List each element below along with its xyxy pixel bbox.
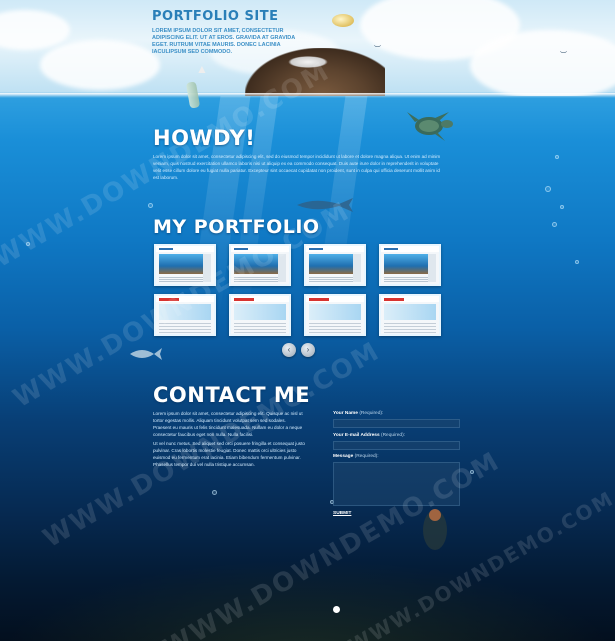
message-label: Message (Required): (333, 454, 379, 459)
bubble (552, 222, 557, 227)
name-label-text: Your Name (333, 411, 358, 416)
bird-icon: ︶ (374, 46, 381, 53)
site-logo[interactable]: PORTFOLIO SITE (152, 9, 278, 24)
bird-icon: ︶ (560, 52, 567, 59)
bubble (148, 203, 153, 208)
email-label: Your E-mail Address (Required): (333, 433, 405, 438)
name-label: Your Name (Required): (333, 411, 383, 416)
next-arrow-icon[interactable]: › (301, 343, 315, 357)
bubble (560, 205, 564, 209)
blimp-icon (332, 14, 354, 27)
scroll-indicator-dot[interactable] (333, 606, 340, 613)
portfolio-thumbnail[interactable] (304, 244, 366, 286)
required-note: (Required): (359, 411, 384, 416)
portfolio-thumbnail[interactable] (304, 294, 366, 336)
seagull-icon: ▲ (196, 62, 208, 76)
sea-turtle-icon (407, 112, 453, 141)
cloud (0, 10, 70, 50)
required-note: (Required): (354, 454, 379, 459)
portfolio-thumbnail[interactable] (379, 294, 441, 336)
cloud (470, 30, 615, 96)
email-field[interactable] (333, 441, 460, 450)
required-note: (Required): (381, 433, 405, 438)
bubble (545, 186, 551, 192)
portfolio-thumbnail[interactable] (229, 294, 291, 336)
name-field[interactable] (333, 419, 460, 428)
prev-arrow-icon[interactable]: ‹ (282, 343, 296, 357)
bubble (212, 490, 217, 495)
cloud (40, 40, 160, 90)
portfolio-thumbnail[interactable] (379, 244, 441, 286)
bubble (575, 260, 579, 264)
site-tagline: LOREM IPSUM DOLOR SIT AMET, CONSECTETUR … (152, 28, 296, 55)
submit-button[interactable]: SUBMIT (333, 511, 351, 516)
message-label-text: Message (333, 454, 354, 459)
email-label-text: Your E-mail Address (333, 433, 380, 438)
bubble (555, 155, 559, 159)
